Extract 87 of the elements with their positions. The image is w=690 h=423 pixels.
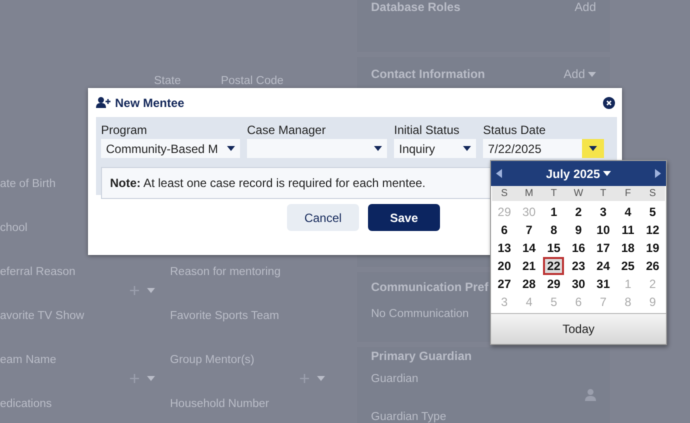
calendar-day[interactable]: 30 <box>568 275 589 293</box>
calendar-day[interactable]: 28 <box>518 275 540 293</box>
plus-icon[interactable] <box>130 374 139 383</box>
calendar-day[interactable]: 11 <box>618 221 638 239</box>
plus-icon[interactable] <box>130 286 139 295</box>
calendar-day[interactable]: 19 <box>642 239 663 257</box>
calendar-day[interactable]: 13 <box>494 239 515 257</box>
select-field[interactable] <box>247 139 387 158</box>
field-label: avorite TV Show <box>0 310 84 322</box>
section-title: Contact Information <box>371 67 485 81</box>
calendar-day[interactable]: 29 <box>543 275 564 293</box>
calendar-day[interactable]: 27 <box>494 275 515 293</box>
calendar-day[interactable]: 17 <box>592 239 614 257</box>
calendar-day[interactable]: 24 <box>592 257 614 275</box>
calendar-day[interactable]: 5 <box>642 203 663 221</box>
weekday-label: T <box>541 186 566 201</box>
caret-icon <box>147 376 155 381</box>
field-label: Group Mentor(s) <box>170 354 254 366</box>
calendar-day[interactable]: 20 <box>494 257 515 275</box>
section-title: Primary Guardian <box>371 349 472 363</box>
field-label: Guardian <box>371 373 418 385</box>
calendar-day[interactable]: 6 <box>494 221 515 239</box>
cancel-button[interactable]: Cancel <box>287 204 359 231</box>
calendar-day[interactable]: 18 <box>618 239 638 257</box>
calendar-day[interactable]: 15 <box>543 239 564 257</box>
caret-icon <box>227 146 235 151</box>
caret-icon <box>147 288 155 293</box>
plus-icon[interactable] <box>300 374 309 383</box>
calendar-day[interactable]: 12 <box>642 221 663 239</box>
calendar-day[interactable]: 9 <box>568 221 589 239</box>
date-field[interactable]: 7/22/2025 <box>483 139 604 158</box>
calendar-day[interactable]: 3 <box>592 203 614 221</box>
close-icon[interactable] <box>603 96 615 108</box>
field-label: Case Manager <box>247 123 327 137</box>
calendar-day[interactable]: 21 <box>518 257 540 275</box>
field-label: No Communication <box>371 308 469 320</box>
section-title: Communication Pref <box>371 280 488 294</box>
field-label: edications <box>0 398 52 410</box>
previous-icon[interactable] <box>496 169 502 178</box>
dialog-title: New Mentee <box>115 96 184 110</box>
field-label: Status Date <box>483 123 547 137</box>
calendar-day[interactable]: 23 <box>568 257 589 275</box>
calendar-day[interactable]: 1 <box>543 203 564 221</box>
calendar-day[interactable]: 25 <box>618 257 638 275</box>
field-label: eferral Reason <box>0 266 76 278</box>
field-label: Guardian Type <box>371 411 446 423</box>
select-field[interactable]: Community-Based M <box>101 139 240 158</box>
field-label: Household Number <box>170 398 270 410</box>
caret-icon <box>374 146 382 151</box>
calendar-day[interactable]: 26 <box>642 257 663 275</box>
field-label: Program <box>101 123 148 137</box>
add-person-icon <box>96 97 111 108</box>
caret-icon <box>463 146 471 151</box>
field-label: ate of Birth <box>0 178 56 190</box>
calendar-day[interactable]: 7 <box>518 221 540 239</box>
weekday-label: T <box>590 186 616 201</box>
caret-icon <box>603 171 612 176</box>
next-icon[interactable] <box>654 169 661 178</box>
calendar-day[interactable]: 16 <box>568 239 589 257</box>
select-field[interactable]: Inquiry <box>394 139 476 158</box>
field-label: Reason for mentoring <box>170 266 281 278</box>
calendar-day[interactable]: 10 <box>592 221 614 239</box>
weekday-label: F <box>616 186 640 201</box>
caret-icon <box>588 72 596 76</box>
weekday-label: W <box>566 186 591 201</box>
field-label: Postal Code <box>220 75 284 87</box>
field-label: State <box>154 75 181 87</box>
calendar-toggle-button[interactable] <box>582 139 604 158</box>
field-label: chool <box>0 222 28 234</box>
caret-icon <box>317 376 325 381</box>
calendar-day[interactable]: 8 <box>543 221 564 239</box>
save-button[interactable]: Save <box>368 204 440 231</box>
calendar-day[interactable]: 22 <box>543 257 564 275</box>
caret-icon <box>589 146 597 151</box>
field-label: Initial Status <box>394 123 460 137</box>
field-label: Favorite Sports Team <box>170 310 280 322</box>
weekday-label: M <box>516 186 542 201</box>
calendar-day[interactable]: 14 <box>518 239 540 257</box>
calendar-day[interactable]: 2 <box>568 203 589 221</box>
today-button[interactable]: Today <box>491 314 666 344</box>
calendar-day[interactable]: 31 <box>592 275 614 293</box>
weekday-label: S <box>492 186 517 201</box>
section-title: Database Roles <box>371 0 460 14</box>
person-icon[interactable] <box>585 389 596 401</box>
weekday-label: S <box>640 186 665 201</box>
calendar-day[interactable]: 4 <box>618 203 638 221</box>
field-label: eam Name <box>0 354 56 366</box>
